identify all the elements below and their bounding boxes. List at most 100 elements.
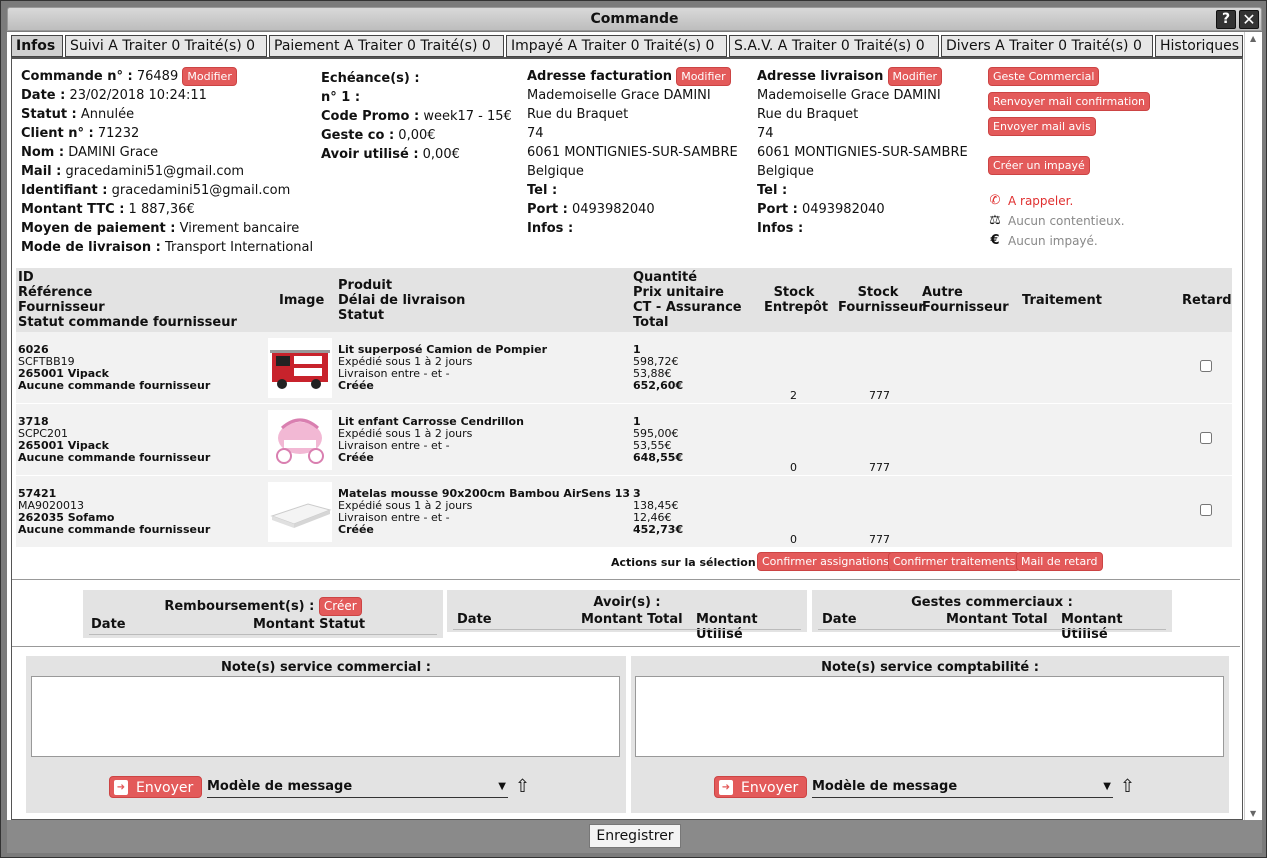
selection-label: Actions sur la sélection :	[611, 556, 764, 569]
tab-impaye[interactable]: Impayé A Traiter 0 Traité(s) 0	[506, 35, 727, 57]
client-number: 71232	[97, 126, 140, 141]
tab-infos[interactable]: Infos	[11, 35, 63, 57]
modify-order-button[interactable]: Modifier	[182, 67, 237, 86]
header-unit: Prix unitaire	[633, 285, 724, 300]
dispute-text: Aucun contentieux.	[1008, 214, 1125, 228]
table-row[interactable]: 6026 SCFTBB19 265001 Vipack Aucune comma…	[16, 332, 1232, 404]
tab-bar: Infos Suivi A Traiter 0 Traité(s) 0 Paie…	[11, 35, 1243, 57]
shipping-tel-label: Tel :	[757, 183, 788, 198]
euro-icon: €	[990, 233, 1000, 248]
unpaid-status: € Aucun impayé.	[988, 231, 1228, 251]
refunds-box: Remboursement(s) : Créer Date Montant St…	[83, 590, 443, 638]
modify-billing-button[interactable]: Modifier	[676, 67, 731, 86]
header-supplier2-label: Fournisseur	[838, 300, 925, 315]
tab-historiques[interactable]: Historiques	[1155, 35, 1243, 57]
header-stock-warehouse: Stock Entrepôt	[764, 285, 828, 315]
accounting-template-select[interactable]: Modèle de message ▼	[812, 776, 1113, 798]
billing-name: Mademoiselle Grace DAMINI	[527, 88, 711, 103]
table-row[interactable]: 3718 SCPC201 265001 Vipack Aucune comman…	[16, 404, 1232, 476]
upload-arrow-icon[interactable]: ⇧	[1120, 776, 1135, 797]
header-qty-block: Quantité Prix unitaire CT - Assurance To…	[633, 270, 742, 330]
help-icon[interactable]: ?	[1216, 10, 1236, 29]
commercial-notes-title: Note(s) service commercial :	[220, 660, 431, 675]
scroll-up-icon[interactable]: ▲	[1250, 34, 1256, 43]
header-ref: Référence	[18, 285, 93, 300]
geste-value: 0,00€	[398, 128, 436, 143]
upload-arrow-icon[interactable]: ⇧	[515, 776, 530, 797]
schedule-n1: n° 1 :	[321, 90, 361, 105]
divider	[12, 646, 1240, 647]
geste-commercial-button[interactable]: Geste Commercial	[988, 67, 1100, 86]
callback-status[interactable]: ✆ A rappeler.	[988, 191, 1228, 211]
header-delay-col: Retard	[1182, 293, 1232, 308]
row-supplier-status: Aucune commande fournisseur	[18, 523, 211, 536]
scroll-down-icon[interactable]: ▼	[1250, 809, 1256, 818]
row-id-block: 6026 SCFTBB19 265001 Vipack Aucune comma…	[18, 344, 210, 392]
gestures-underline	[818, 629, 1166, 630]
tab-divers[interactable]: Divers A Traiter 0 Traité(s) 0	[941, 35, 1153, 57]
dispute-status: ⚖ Aucun contentieux.	[988, 211, 1228, 231]
create-unpaid-button[interactable]: Créer un impayé	[988, 156, 1090, 175]
gestures-box: Gestes commerciaux : Date Montant Total …	[812, 590, 1172, 642]
billing-city: 6061 MONTIGNIES-SUR-SAMBRE	[527, 145, 738, 160]
delay-mail-button[interactable]: Mail de retard	[1016, 552, 1103, 571]
shipping-title: Adresse livraison	[757, 69, 884, 84]
order-window: Commande ? ✕ Infos Suivi A Traiter 0 Tra…	[0, 0, 1267, 858]
row-stock-supplier: 777	[869, 461, 890, 474]
commercial-template-select[interactable]: Modèle de message ▼	[207, 776, 508, 798]
shipping-city: 6061 MONTIGNIES-SUR-SAMBRE	[757, 145, 968, 160]
row-delay-checkbox[interactable]	[1200, 360, 1212, 372]
accounting-send-button[interactable]: ➜ Envoyer	[714, 776, 808, 798]
order-actions: Geste Commercial Renvoyer mail confirmat…	[988, 67, 1228, 251]
order-status: Annulée	[80, 107, 135, 122]
mail-label: Mail :	[21, 164, 62, 179]
accounting-send-label: Envoyer	[741, 780, 799, 796]
unpaid-text: Aucun impayé.	[1008, 234, 1098, 248]
infos-panel: Commande n° : 76489 Modifier Date : 23/0…	[11, 57, 1243, 820]
order-number-label: Commande n° :	[21, 69, 133, 84]
title-bar: Commande ? ✕	[7, 7, 1262, 31]
resend-confirmation-button[interactable]: Renvoyer mail confirmation	[988, 92, 1151, 111]
header-other-label: Autre	[922, 285, 963, 300]
send-review-button[interactable]: Envoyer mail avis	[988, 117, 1096, 136]
client-label: Client n° :	[21, 126, 94, 141]
header-total: Total	[633, 315, 669, 330]
save-button[interactable]: Enregistrer	[589, 824, 681, 848]
client-name: DAMINI Grace	[68, 145, 159, 160]
geste-label: Geste co :	[321, 128, 395, 143]
order-amount: 1 887,36€	[128, 202, 195, 217]
tab-paiement[interactable]: Paiement A Traiter 0 Traité(s) 0	[269, 35, 504, 57]
row-delay-checkbox[interactable]	[1200, 432, 1212, 444]
header-stock-supplier: Stock Fournisseur	[838, 285, 925, 315]
table-row[interactable]: 57421 MA9020013 262035 Sofamo Aucune com…	[16, 476, 1232, 548]
commercial-notes-textarea[interactable]	[31, 676, 620, 757]
scales-icon: ⚖	[989, 213, 1001, 228]
header-ct: CT - Assurance	[633, 300, 742, 315]
scrollbar[interactable]: ▲ ▼	[1244, 32, 1262, 820]
row-status: Créée	[338, 379, 374, 392]
schedule-title: Echéance(s) :	[321, 71, 420, 86]
billing-title: Adresse facturation	[527, 69, 673, 84]
row-id-block: 57421 MA9020013 262035 Sofamo Aucune com…	[18, 488, 210, 536]
shipping-infos-label: Infos :	[757, 221, 804, 236]
modify-shipping-button[interactable]: Modifier	[887, 67, 942, 86]
credits-title: Avoir(s) :	[593, 595, 661, 610]
confirm-assign-button[interactable]: Confirmer assignations	[757, 552, 894, 571]
create-refund-button[interactable]: Créer	[318, 597, 362, 616]
accounting-notes-textarea[interactable]	[635, 676, 1224, 757]
commercial-send-button[interactable]: ➜ Envoyer	[109, 776, 203, 798]
tab-suivi[interactable]: Suivi A Traiter 0 Traité(s) 0	[65, 35, 267, 57]
delivery-label: Mode de livraison :	[21, 240, 161, 255]
close-icon[interactable]: ✕	[1239, 10, 1259, 29]
billing-number: 74	[527, 126, 544, 141]
tab-sav[interactable]: S.A.V. A Traiter 0 Traité(s) 0	[729, 35, 939, 57]
gestures-used-header: Montant Utilisé	[1061, 612, 1123, 642]
avoir-label: Avoir utilisé :	[321, 147, 419, 162]
header-supplier: Fournisseur	[18, 300, 105, 315]
billing-mobile: 0493982040	[571, 202, 655, 217]
row-delay-checkbox[interactable]	[1200, 504, 1212, 516]
window-title: Commande	[590, 11, 679, 27]
send-doc-icon: ➜	[719, 780, 733, 795]
gestures-title: Gestes commerciaux :	[911, 595, 1073, 610]
confirm-processing-button[interactable]: Confirmer traitements	[888, 552, 1021, 571]
